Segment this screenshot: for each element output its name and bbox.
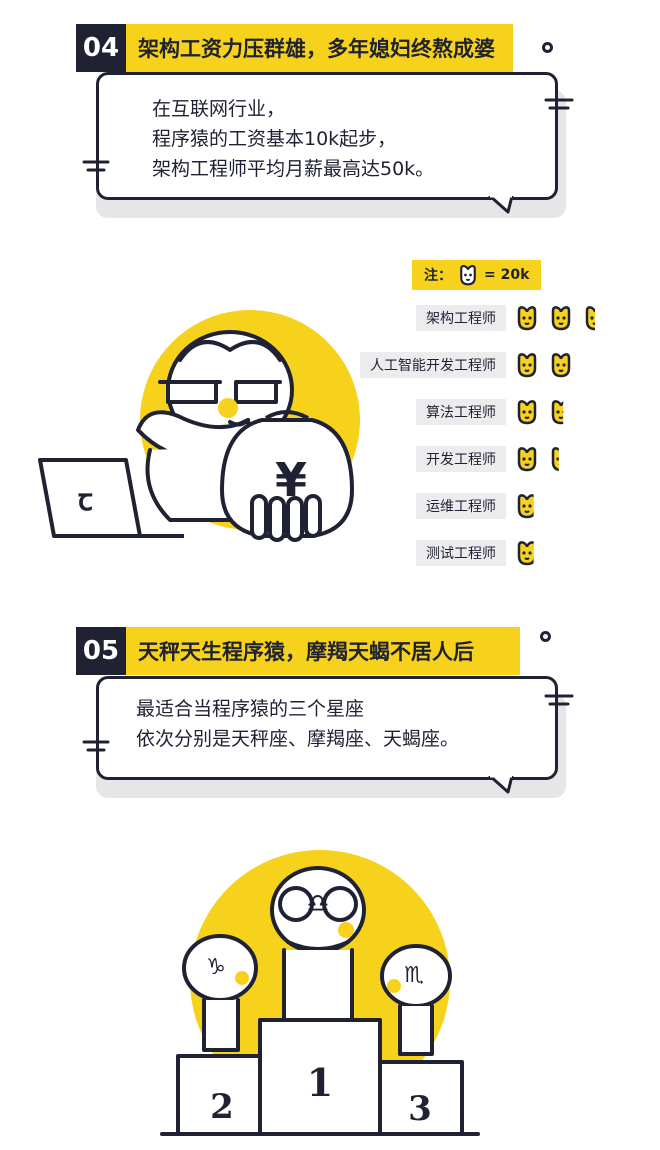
dog-face-icon [550, 352, 572, 378]
podium-illustration: 1 2 3 ♎ ♑ ♏ [160, 850, 480, 1136]
podium-label-second: 2 [210, 1087, 234, 1127]
section-4-text: 在互联网行业， 程序猿的工资基本10k起步， 架构工程师平均月薪最高达50k。 [152, 94, 434, 184]
text-line: 依次分别是天秤座、摩羯座、天蝎座。 [136, 728, 460, 750]
dog-face-icon [516, 540, 538, 566]
laptop-logo: ꞇ [78, 483, 93, 518]
text-line: 程序猿的工资基本10k起步， [152, 128, 397, 150]
libra-sign: ♎ [306, 889, 329, 919]
salary-role-label: 运维工程师 [416, 493, 506, 519]
dog-face-icon [460, 265, 476, 286]
capricorn-sign: ♑ [206, 955, 226, 980]
salary-role-label: 架构工程师 [416, 305, 506, 331]
dog-face-icon [550, 399, 572, 425]
text-line: 架构工程师平均月薪最高达50k。 [152, 158, 435, 180]
salary-role-label: 人工智能开发工程师 [360, 352, 506, 378]
dog-face-icon [516, 493, 538, 519]
scorpio-sign: ♏ [404, 963, 424, 988]
legend-prefix: 注： [424, 268, 452, 284]
text-line: 最适合当程序猿的三个星座 [136, 698, 365, 720]
dog-face-icon [550, 446, 572, 472]
dog-face-icon [584, 305, 606, 331]
dog-face-icon [516, 399, 538, 425]
dog-face-icon [550, 305, 572, 331]
salary-role-label: 开发工程师 [416, 446, 506, 472]
dog-face-icon [516, 305, 538, 331]
podium-label-first: 1 [307, 1060, 333, 1105]
dog-face-icon [516, 352, 538, 378]
monkey-money-illustration: ¥ ꞇ [38, 310, 360, 542]
podium-label-third: 3 [408, 1089, 432, 1129]
salary-role-label: 算法工程师 [416, 399, 506, 425]
section-5-text: 最适合当程序猿的三个星座 依次分别是天秤座、摩羯座、天蝎座。 [136, 694, 459, 754]
chart-legend: 注： = 20k [412, 260, 542, 290]
dog-face-icon [516, 446, 538, 472]
text-line: 在互联网行业， [152, 98, 286, 120]
decor-ring [540, 631, 551, 642]
legend-equals: = 20k [484, 267, 530, 283]
salary-role-label: 测试工程师 [416, 540, 506, 566]
